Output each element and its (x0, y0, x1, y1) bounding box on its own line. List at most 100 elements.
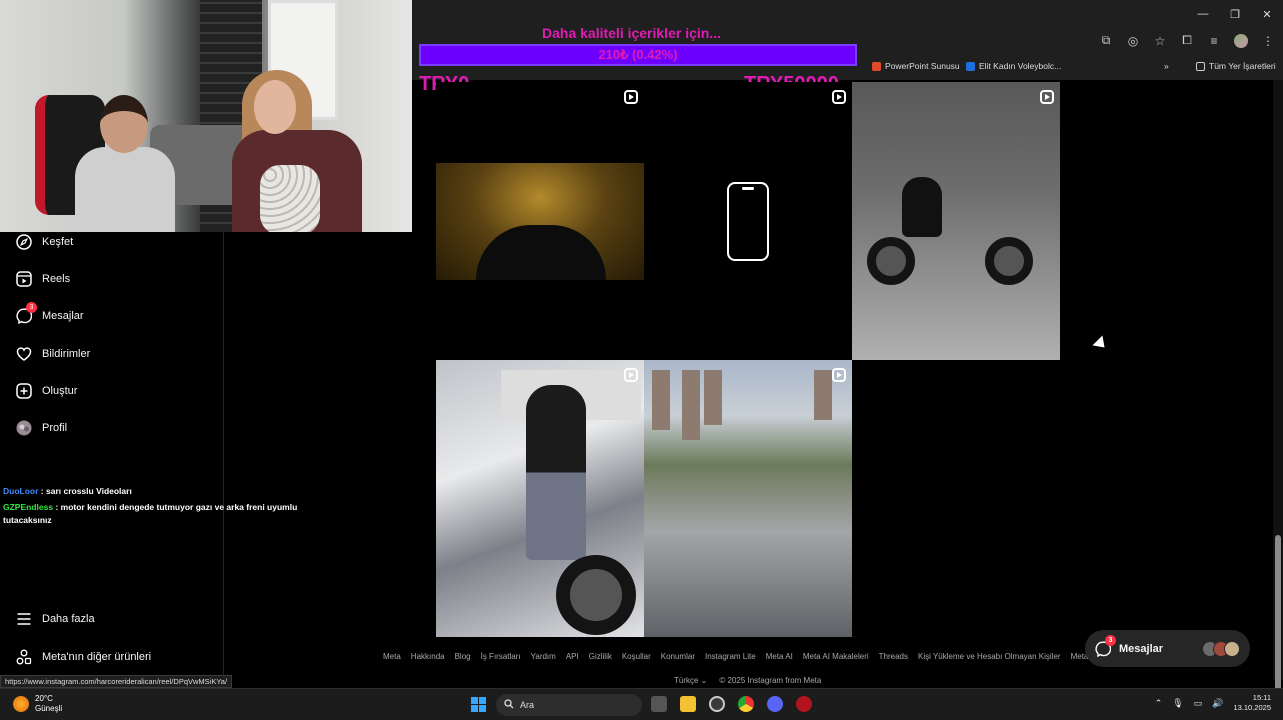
footer-link[interactable]: Konumlar (661, 652, 695, 661)
reel-thumbnail[interactable] (436, 82, 644, 360)
page-scrollbar[interactable] (1273, 80, 1283, 720)
footer-link[interactable]: Meta AI (766, 652, 793, 661)
stream-chat: DuoLoor : sarı crosslu Videoları GZPEndl… (3, 485, 303, 527)
messages-pill[interactable]: 3 Mesajlar (1085, 630, 1250, 667)
tunnel-ride-image (436, 163, 644, 280)
footer-link[interactable]: Gizlilik (589, 652, 612, 661)
sidebar-item-bildirimler[interactable]: Bildirimler (16, 346, 90, 362)
site-icon (966, 61, 975, 71)
extensions-icon[interactable]: ⧠ (1180, 33, 1194, 48)
reel-thumbnail[interactable] (644, 82, 852, 360)
microphone-icon[interactable]: 🎙 (1172, 698, 1183, 709)
weather-widget[interactable]: 20°C Güneşli (13, 694, 62, 714)
hamburger-icon (16, 611, 32, 627)
sun-icon (13, 696, 29, 712)
footer-link[interactable]: Yardım (531, 652, 556, 661)
taskbar-search[interactable]: Ara (496, 694, 642, 716)
footer-link[interactable]: İş Fırsatları (481, 652, 521, 661)
powerpoint-icon (872, 61, 881, 71)
window-controls: — ❐ ✕ (1187, 0, 1283, 28)
windows-taskbar: 20°C Güneşli Ara ⌃ 🎙 ▭ 🔊 15:11 13.10.2025 (0, 688, 1283, 720)
menu-icon[interactable]: ⋮ (1261, 34, 1275, 48)
webcam-overlay (0, 0, 412, 232)
clock[interactable]: 15:11 13.10.2025 (1233, 693, 1271, 713)
recent-avatars (1202, 640, 1240, 657)
file-explorer-icon[interactable] (680, 696, 696, 712)
browser-toolbar: ⧉ ◎ ☆ ⧠ ≡ ⋮ (1099, 33, 1275, 48)
install-app-icon[interactable]: ⧉ (1099, 33, 1113, 48)
chat-username: GZPEndless (3, 502, 54, 512)
status-url: https://www.instagram.com/harcorerideral… (0, 675, 233, 688)
reels-icon (624, 90, 638, 104)
footer-link[interactable]: Blog (455, 652, 471, 661)
messenger-icon: 3 (1095, 634, 1116, 657)
discord-icon[interactable] (767, 696, 783, 712)
sidebar-item-profil[interactable]: Profil (16, 420, 67, 436)
footer-links: Meta Hakkında Blog İş Fırsatları Yardım API Gi… (383, 652, 1088, 661)
bookmarks-overflow[interactable]: » (1164, 61, 1169, 71)
display-icon[interactable]: ▭ (1194, 698, 1203, 709)
chat-username: DuoLoor (3, 486, 39, 496)
bookmark-all[interactable]: Tüm Yer İşaretleri (1196, 61, 1276, 71)
language-selector[interactable]: Türkçe ⌄ (674, 676, 707, 685)
messages-label: Mesajlar (1119, 642, 1164, 655)
phone-placeholder-icon (727, 182, 769, 261)
sidebar-item-reels[interactable]: Reels (16, 271, 70, 287)
rider-image (526, 385, 586, 560)
footer-link[interactable]: Meta AI Makaleleri (803, 652, 869, 661)
bookmark-voleybol[interactable]: Elit Kadın Voleybolc... (966, 61, 1061, 71)
sidebar-item-more[interactable]: Daha fazla (16, 611, 95, 627)
chrome-icon[interactable] (738, 696, 754, 712)
sidebar-item-mesajlar[interactable]: 3 Mesajlar (16, 302, 84, 324)
search-icon (504, 699, 514, 711)
app-icon[interactable] (709, 696, 725, 712)
footer-link[interactable]: Hakkında (411, 652, 445, 661)
chevron-right-icon: » (1164, 61, 1169, 71)
footer-link[interactable]: Threads (879, 652, 908, 661)
footer-link[interactable]: Koşullar (622, 652, 651, 661)
minimize-icon[interactable]: — (1187, 0, 1219, 28)
temperature: 20°C (35, 694, 53, 703)
maximize-icon[interactable]: ❐ (1219, 0, 1251, 28)
weather-text: Güneşli (35, 704, 63, 713)
sidebar-item-olustur[interactable]: Oluştur (16, 383, 77, 399)
footer-link[interactable]: API (566, 652, 579, 661)
instagram-sidebar: Keşfet Reels 3 Mesajlar Bildirimler Oluş… (0, 232, 224, 682)
copyright-text: © 2025 Instagram from Meta (719, 676, 822, 685)
star-icon[interactable]: ☆ (1153, 34, 1167, 48)
task-view-icon[interactable] (651, 696, 667, 712)
bookmark-powerpoint[interactable]: PowerPoint Sunusu (872, 61, 960, 71)
reel-thumbnail[interactable] (436, 360, 644, 637)
compass-icon (16, 234, 32, 250)
chevron-up-icon[interactable]: ⌃ (1155, 698, 1163, 709)
app-icon[interactable] (796, 696, 812, 712)
chat-text: : sarı crosslu Videoları (40, 486, 132, 496)
profile-avatar-icon[interactable] (1234, 33, 1248, 48)
unread-badge: 3 (1105, 634, 1116, 646)
chat-message: DuoLoor : sarı crosslu Videoları (3, 485, 303, 498)
streamer-woman (232, 70, 372, 232)
footer-link[interactable]: Instagram Lite (705, 652, 756, 661)
footer-link[interactable]: Kişi Yükleme ve Hesabı Olmayan Kişiler (918, 652, 1061, 661)
meta-apps-icon (16, 649, 32, 665)
heart-icon (16, 346, 32, 362)
sidebar-item-kesfet[interactable]: Keşfet (16, 234, 73, 250)
reels-icon (624, 368, 638, 382)
reel-thumbnail[interactable] (644, 360, 852, 637)
eye-off-icon[interactable]: ◎ (1126, 34, 1140, 48)
volume-icon[interactable]: 🔊 (1212, 698, 1223, 709)
donation-value: 210₺ (0.42%) (598, 47, 678, 62)
rider-image (902, 177, 942, 237)
motorcycle-image (867, 232, 1042, 292)
footer-copyright: Türkçe ⌄ © 2025 Instagram from Meta (674, 676, 821, 685)
system-tray: ⌃ 🎙 ▭ 🔊 15:11 13.10.2025 (1155, 693, 1271, 713)
close-icon[interactable]: ✕ (1251, 0, 1283, 28)
sidebar-item-meta-products[interactable]: Meta'nın diğer ürünleri (16, 649, 151, 665)
media-icon[interactable]: ≡ (1207, 34, 1221, 48)
footer-link[interactable]: Meta (383, 652, 401, 661)
donation-progress-bar: 210₺ (0.42%) (419, 44, 857, 66)
reel-thumbnail[interactable] (852, 82, 1060, 360)
donation-title: Daha kaliteli içerikler için... (542, 25, 721, 41)
mouse-cursor-icon (1092, 335, 1110, 353)
windows-start-icon[interactable] (471, 697, 486, 712)
